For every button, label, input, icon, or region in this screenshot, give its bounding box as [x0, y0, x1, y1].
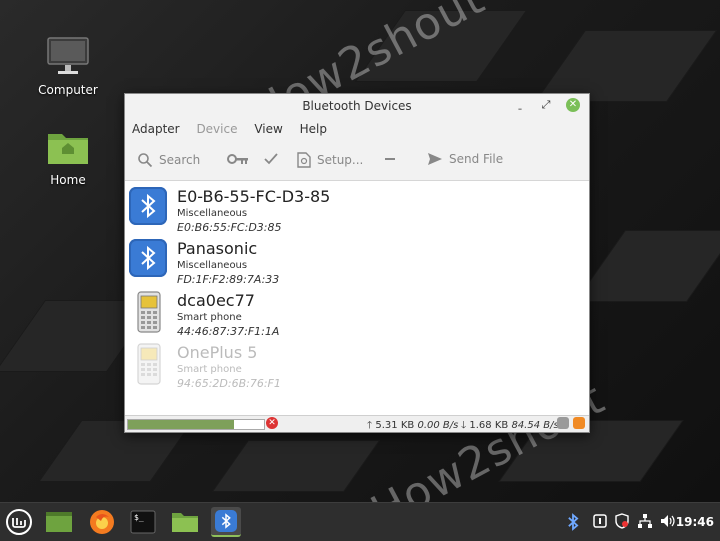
desktop-icon-home[interactable]: Home — [28, 128, 108, 187]
menu-device[interactable]: Device — [189, 118, 243, 136]
device-list[interactable]: E0-B6-55-FC-D3-85 Miscellaneous E0:B6:55… — [125, 181, 589, 415]
desktop-icon-label: Computer — [38, 83, 98, 97]
terminal-launcher[interactable]: $_ — [128, 507, 158, 537]
tray-shield-icon[interactable] — [614, 513, 630, 529]
window-titlebar[interactable]: Bluetooth Devices ˍ ⤢ ✕ — [125, 94, 589, 118]
svg-text:$_: $_ — [134, 513, 144, 522]
terminal-icon: $_ — [130, 510, 156, 534]
device-item[interactable]: dca0ec77 Smart phone 44:46:87:37:F1:1A — [129, 289, 569, 341]
close-button[interactable]: ✕ — [566, 98, 580, 112]
device-address: E0:B6:55:FC:D3:85 — [177, 221, 282, 234]
download-stats: 🡓 1.68 KB 84.54 B/s — [461, 418, 559, 435]
desktop-icon-computer[interactable]: Computer — [28, 36, 108, 97]
home-folder-icon — [48, 134, 88, 164]
bluetooth-icon — [129, 239, 167, 277]
search-button-label: Search — [159, 153, 201, 167]
send-arrow-icon — [428, 153, 442, 165]
scan-progress-bar — [127, 419, 265, 430]
device-address: 44:46:87:37:F1:1A — [177, 325, 280, 338]
firefox-icon — [90, 510, 114, 534]
search-icon — [138, 153, 153, 168]
stop-scan-icon[interactable]: ✕ — [266, 417, 278, 429]
remove-button[interactable] — [384, 152, 396, 166]
minimize-button[interactable]: ˍ — [513, 98, 527, 112]
device-address: FD:1F:F2:89:7A:33 — [177, 273, 280, 286]
menu-adapter[interactable]: Adapter — [125, 118, 186, 136]
tray-bluetooth-icon[interactable] — [566, 513, 580, 531]
device-name: OnePlus 5 — [177, 343, 258, 362]
start-menu-button[interactable] — [4, 507, 34, 537]
firefox-launcher[interactable] — [87, 507, 117, 537]
phone-icon — [129, 343, 167, 385]
menu-help[interactable]: Help — [293, 118, 333, 136]
show-desktop-button[interactable] — [44, 507, 74, 537]
device-name: dca0ec77 — [177, 291, 255, 310]
taskbar: $_ 19:46 — [0, 502, 720, 541]
desktop-tile — [534, 30, 718, 102]
device-name: E0-B6-55-FC-D3-85 — [177, 187, 331, 206]
device-item[interactable]: Panasonic Miscellaneous FD:1F:F2:89:7A:3… — [129, 237, 569, 289]
setup-button-label: Setup... — [317, 153, 364, 167]
download-rate: 84.54 B/s — [511, 420, 559, 431]
bluetooth-icon — [215, 510, 237, 532]
device-name: Panasonic — [177, 239, 258, 258]
pair-button[interactable] — [227, 152, 249, 166]
send-file-button[interactable]: Send File — [427, 152, 503, 166]
tray-volume-icon[interactable] — [660, 513, 676, 529]
send-file-button-label: Send File — [449, 152, 504, 166]
device-type: Miscellaneous — [177, 208, 248, 219]
phone-icon — [129, 291, 167, 333]
clock[interactable]: 19:46 — [676, 515, 714, 529]
device-type: Smart phone — [177, 312, 242, 323]
upload-arrow-icon: 🡑 — [367, 420, 373, 431]
minus-icon — [385, 158, 395, 160]
trust-button[interactable] — [264, 152, 278, 166]
download-total: 1.68 KB — [469, 420, 509, 431]
bluetooth-app-taskbar-item[interactable] — [211, 507, 241, 537]
search-button[interactable]: Search — [137, 152, 200, 168]
device-address: 94:65:2D:6B:76:F1 — [177, 377, 281, 390]
check-icon — [264, 153, 278, 165]
menu-bar: Adapter Device View Help — [125, 118, 589, 140]
device-item[interactable]: E0-B6-55-FC-D3-85 Miscellaneous E0:B6:55… — [129, 185, 569, 237]
download-arrow-icon: 🡓 — [461, 420, 467, 431]
desktop-icon-label: Home — [50, 173, 86, 187]
bluetooth-icon — [129, 187, 167, 225]
desktop-tile — [574, 230, 720, 302]
tray-network-icon[interactable] — [637, 513, 653, 529]
status-orange-icon — [573, 417, 585, 429]
setup-button[interactable]: Setup... — [297, 152, 363, 168]
upload-stats: 🡑 5.31 KB 0.00 B/s — [367, 418, 458, 435]
bluetooth-devices-window: Bluetooth Devices ˍ ⤢ ✕ Adapter Device V… — [124, 93, 590, 433]
progress-fill — [128, 420, 235, 429]
upload-rate: 0.00 B/s — [417, 420, 459, 431]
key-icon — [227, 154, 248, 164]
status-gray-icon — [557, 417, 569, 429]
device-item[interactable]: OnePlus 5 Smart phone 94:65:2D:6B:76:F1 — [129, 341, 569, 393]
upload-total: 5.31 KB — [375, 420, 415, 431]
maximize-button[interactable]: ⤢ — [539, 98, 553, 112]
menu-view[interactable]: View — [247, 118, 288, 136]
desktop-tile — [211, 440, 381, 492]
device-type: Miscellaneous — [177, 260, 248, 271]
device-type: Smart phone — [177, 364, 242, 375]
desktop-tile — [354, 10, 528, 82]
status-bar: ✕ 🡑 5.31 KB 0.00 B/s 🡓 1.68 KB 84.54 B/s — [125, 415, 589, 432]
tray-update-icon[interactable] — [592, 513, 608, 529]
setup-document-icon — [297, 152, 311, 168]
folder-icon — [172, 513, 198, 532]
monitor-icon — [47, 37, 89, 74]
toolbar: Search Setup... Send File — [125, 140, 589, 181]
desktop-icon — [46, 512, 72, 532]
mint-logo-icon — [6, 509, 32, 535]
files-launcher[interactable] — [170, 507, 200, 537]
